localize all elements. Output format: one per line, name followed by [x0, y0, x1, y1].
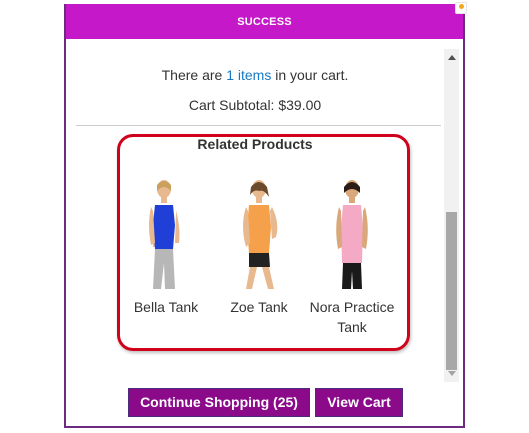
tank-top — [153, 205, 175, 249]
product-card[interactable]: Bella Tank — [118, 177, 214, 317]
view-cart-button[interactable]: View Cart — [315, 388, 403, 417]
related-products-title: Related Products — [197, 136, 313, 152]
divider — [76, 125, 441, 126]
woman-orange-tank-image[interactable] — [224, 177, 294, 289]
popup-header: SUCCESS — [66, 2, 467, 39]
popup-title: SUCCESS — [237, 16, 292, 28]
close-icon[interactable] — [455, 2, 467, 14]
scrollbar[interactable] — [444, 49, 459, 382]
product-card[interactable]: Zoe Tank — [211, 177, 307, 317]
popup-content: There are 1 items in your cart. Cart Sub… — [66, 39, 444, 385]
cart-count-prefix: There are — [161, 67, 227, 83]
tank-top — [247, 205, 271, 253]
cart-count-text: There are 1 items in your cart. — [66, 67, 444, 83]
cart-count-suffix: in your cart. — [271, 67, 349, 83]
cart-items-link[interactable]: 1 items — [226, 67, 271, 83]
scroll-up-icon[interactable] — [448, 55, 456, 60]
woman-pink-tank-image[interactable] — [317, 177, 387, 289]
scroll-thumb[interactable] — [446, 212, 457, 370]
product-name[interactable]: Nora Practice Tank — [304, 297, 400, 337]
cart-subtotal: Cart Subtotal: $39.00 — [188, 97, 322, 113]
continue-shopping-button[interactable]: Continue Shopping (25) — [128, 388, 310, 417]
product-card[interactable]: Nora Practice Tank — [304, 177, 400, 337]
product-name[interactable]: Bella Tank — [118, 297, 214, 317]
woman-blue-tank-image[interactable] — [131, 177, 201, 289]
scroll-down-icon[interactable] — [448, 371, 456, 376]
success-popup: SUCCESS There are 1 items in your cart. … — [64, 2, 467, 428]
tank-top — [341, 205, 363, 263]
product-name[interactable]: Zoe Tank — [211, 297, 307, 317]
